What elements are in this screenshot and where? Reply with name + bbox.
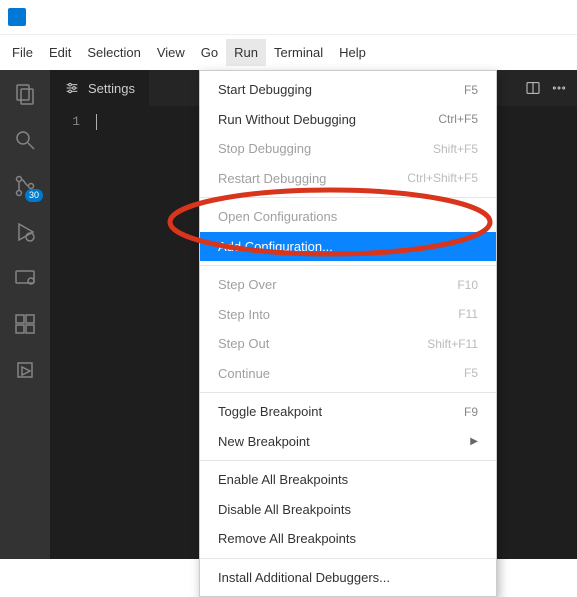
- menu-item-label: New Breakpoint: [218, 432, 310, 452]
- menu-item-label: Restart Debugging: [218, 169, 326, 189]
- menu-item-step-into: Step Into F11: [200, 300, 496, 330]
- menu-item-start-debugging[interactable]: Start Debugging F5: [200, 75, 496, 105]
- source-control-icon[interactable]: 30: [11, 172, 39, 200]
- tab-label: Settings: [88, 81, 135, 96]
- tab-actions: [515, 70, 577, 106]
- menu-item-label: Step Into: [218, 305, 270, 325]
- menubar: File Edit Selection View Go Run Terminal…: [0, 35, 577, 70]
- menu-item-shortcut: F10: [457, 276, 478, 294]
- menu-item-label: Disable All Breakpoints: [218, 500, 351, 520]
- menu-separator: [200, 265, 496, 266]
- explorer-icon[interactable]: [11, 80, 39, 108]
- menu-item-remove-all-breakpoints[interactable]: Remove All Breakpoints: [200, 524, 496, 554]
- menu-separator: [200, 558, 496, 559]
- menu-item-label: Add Configuration...: [218, 237, 333, 257]
- menu-item-label: Run Without Debugging: [218, 110, 356, 130]
- menu-item-shortcut: Shift+F5: [433, 140, 478, 158]
- menu-item-shortcut: Shift+F11: [427, 335, 478, 353]
- menu-item-label: Start Debugging: [218, 80, 312, 100]
- remote-icon[interactable]: [11, 264, 39, 292]
- beaker-icon[interactable]: [11, 356, 39, 384]
- menu-separator: [200, 392, 496, 393]
- menu-item-shortcut: F5: [464, 364, 478, 382]
- run-debug-icon[interactable]: [11, 218, 39, 246]
- menu-item-toggle-breakpoint[interactable]: Toggle Breakpoint F9: [200, 397, 496, 427]
- menu-edit[interactable]: Edit: [41, 39, 79, 66]
- extensions-icon[interactable]: [11, 310, 39, 338]
- menu-selection[interactable]: Selection: [79, 39, 148, 66]
- menu-item-shortcut: F5: [464, 81, 478, 99]
- search-icon[interactable]: [11, 126, 39, 154]
- menu-run[interactable]: Run: [226, 39, 266, 66]
- submenu-arrow-icon: ▶: [470, 434, 478, 449]
- window-titlebar: [0, 0, 577, 35]
- tab-settings[interactable]: Settings: [50, 70, 150, 106]
- menu-help[interactable]: Help: [331, 39, 374, 66]
- menu-item-label: Step Over: [218, 275, 277, 295]
- menu-item-label: Open Configurations: [218, 207, 337, 227]
- menu-item-label: Toggle Breakpoint: [218, 402, 322, 422]
- settings-icon: [64, 80, 80, 96]
- app-icon: [8, 8, 26, 26]
- menu-item-label: Remove All Breakpoints: [218, 529, 356, 549]
- menu-item-continue: Continue F5: [200, 359, 496, 389]
- activity-bar: 30: [0, 70, 50, 559]
- menu-file[interactable]: File: [4, 39, 41, 66]
- menu-item-step-over: Step Over F10: [200, 270, 496, 300]
- menu-item-shortcut: F11: [458, 305, 478, 323]
- menu-item-shortcut: Ctrl+F5: [438, 110, 478, 128]
- menu-item-restart-debugging: Restart Debugging Ctrl+Shift+F5: [200, 164, 496, 194]
- menu-item-shortcut: F9: [464, 403, 478, 421]
- split-editor-icon[interactable]: [525, 80, 541, 96]
- menu-item-enable-all-breakpoints[interactable]: Enable All Breakpoints: [200, 465, 496, 495]
- menu-item-label: Enable All Breakpoints: [218, 470, 348, 490]
- menu-separator: [200, 197, 496, 198]
- run-menu-dropdown: Start Debugging F5 Run Without Debugging Ct…: [199, 70, 497, 597]
- menu-item-install-additional-debuggers[interactable]: Install Additional Debuggers...: [200, 563, 496, 593]
- more-actions-icon[interactable]: [551, 80, 567, 96]
- menu-view[interactable]: View: [149, 39, 193, 66]
- menu-item-label: Stop Debugging: [218, 139, 311, 159]
- menu-item-stop-debugging: Stop Debugging Shift+F5: [200, 134, 496, 164]
- menu-item-label: Step Out: [218, 334, 269, 354]
- menu-item-open-configurations: Open Configurations: [200, 202, 496, 232]
- line-number: 1: [50, 106, 90, 129]
- menu-go[interactable]: Go: [193, 39, 226, 66]
- menu-item-step-out: Step Out Shift+F11: [200, 329, 496, 359]
- menu-item-add-configuration[interactable]: Add Configuration...: [200, 232, 496, 262]
- menu-item-disable-all-breakpoints[interactable]: Disable All Breakpoints: [200, 495, 496, 525]
- text-cursor: [96, 114, 97, 130]
- menu-terminal[interactable]: Terminal: [266, 39, 331, 66]
- menu-item-new-breakpoint[interactable]: New Breakpoint ▶: [200, 427, 496, 457]
- menu-separator: [200, 460, 496, 461]
- menu-item-shortcut: Ctrl+Shift+F5: [407, 169, 478, 187]
- source-control-badge: 30: [25, 189, 43, 202]
- menu-item-run-without-debugging[interactable]: Run Without Debugging Ctrl+F5: [200, 105, 496, 135]
- menu-item-label: Continue: [218, 364, 270, 384]
- menu-item-label: Install Additional Debuggers...: [218, 568, 390, 588]
